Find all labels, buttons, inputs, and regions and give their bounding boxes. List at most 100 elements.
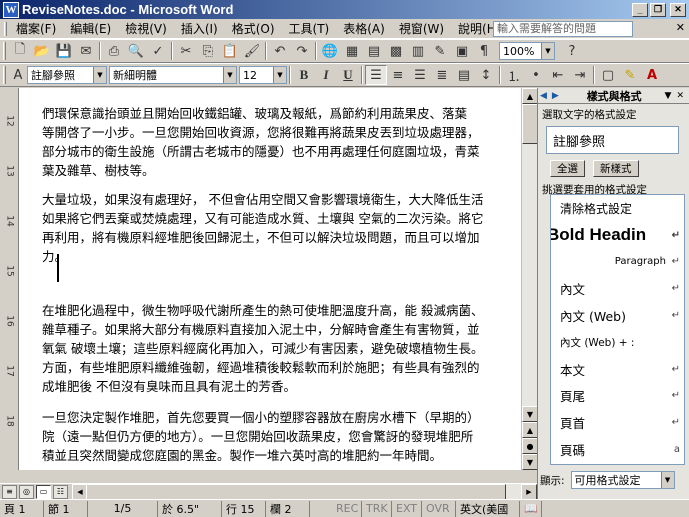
- font-size-select[interactable]: 12 ▼: [239, 66, 287, 84]
- justify-icon[interactable]: ≣: [431, 65, 453, 85]
- menu-file[interactable]: 檔案(F): [9, 20, 63, 37]
- toolbar-grip[interactable]: [3, 66, 6, 84]
- previous-page-icon[interactable]: ▲: [522, 422, 538, 438]
- forward-icon[interactable]: ▶: [552, 91, 559, 101]
- chevron-down-icon[interactable]: ▼: [665, 91, 672, 101]
- hyperlink-icon[interactable]: 🌐: [319, 41, 341, 61]
- underline-icon[interactable]: U: [337, 65, 359, 85]
- numbering-icon[interactable]: ⒈: [503, 65, 525, 85]
- next-page-icon[interactable]: ▼: [522, 454, 538, 470]
- status-section[interactable]: 節 1: [44, 500, 88, 517]
- format-painter-icon[interactable]: 🖌: [241, 41, 263, 61]
- align-center-icon[interactable]: ≡: [387, 65, 409, 85]
- align-left-icon[interactable]: ☰: [365, 65, 387, 85]
- scroll-down-icon[interactable]: ▼: [522, 406, 538, 422]
- style-item-bold-heading[interactable]: Bold Headin ↵: [551, 222, 684, 249]
- permission-icon[interactable]: ✉: [75, 41, 97, 61]
- document-map-icon[interactable]: ▣: [451, 41, 473, 61]
- style-item-normal-web[interactable]: 內文 (Web) ↵: [551, 302, 684, 329]
- style-item-page-number[interactable]: 頁碼 a: [551, 436, 684, 463]
- print-preview-icon[interactable]: 🔍: [125, 41, 147, 61]
- status-line[interactable]: 行 15: [222, 500, 266, 517]
- menu-format[interactable]: 格式(O): [225, 20, 282, 37]
- selected-format-box[interactable]: 註腳參照: [546, 126, 679, 154]
- select-all-button[interactable]: 全選: [550, 160, 585, 177]
- scroll-up-icon[interactable]: ▲: [522, 88, 538, 104]
- minimize-button[interactable]: _: [632, 2, 648, 17]
- close-icon[interactable]: ✕: [676, 91, 684, 101]
- style-item-body-text[interactable]: 本文 ↵: [551, 356, 684, 383]
- outline-view-icon[interactable]: ☷: [53, 484, 68, 499]
- font-color-icon[interactable]: A: [641, 65, 663, 85]
- status-page-count[interactable]: 1/5: [88, 500, 158, 517]
- menu-grip[interactable]: [4, 21, 7, 36]
- chevron-down-icon[interactable]: ▼: [660, 472, 674, 488]
- styles-list[interactable]: 清除格式設定 Bold Headin ↵ Paragraph ↵ 內文 ↵ 內文…: [550, 194, 685, 465]
- style-item-header[interactable]: 頁首 ↵: [551, 409, 684, 436]
- menu-edit[interactable]: 編輯(E): [63, 20, 118, 37]
- style-item-footer[interactable]: 頁尾 ↵: [551, 383, 684, 410]
- help-question-input[interactable]: 輸入需要解答的問題: [493, 21, 633, 37]
- style-item-normal[interactable]: 內文 ↵: [551, 275, 684, 302]
- undo-icon[interactable]: ↶: [269, 41, 291, 61]
- paste-icon[interactable]: 📋: [219, 41, 241, 61]
- vertical-scrollbar[interactable]: ▲ ▼ ▲ ● ▼: [521, 88, 538, 470]
- document-body[interactable]: 們環保意識抬頭並且開始回收鐵鋁罐、玻璃及報紙，爲節約利用蔬果皮、落葉 等開啓了一…: [19, 88, 521, 470]
- align-right-icon[interactable]: ☰: [409, 65, 431, 85]
- show-select[interactable]: 可用格式設定 ▼: [570, 471, 675, 489]
- status-page[interactable]: 頁 1: [0, 500, 44, 517]
- status-ext[interactable]: EXT: [392, 500, 422, 517]
- normal-view-icon[interactable]: ≡: [2, 484, 17, 499]
- highlight-icon[interactable]: ✎: [619, 65, 641, 85]
- status-ovr[interactable]: OVR: [422, 500, 456, 517]
- close-button[interactable]: ✕: [670, 2, 686, 17]
- print-icon[interactable]: ⎙: [103, 41, 125, 61]
- zoom-select[interactable]: 100% ▼: [499, 42, 555, 60]
- cut-icon[interactable]: ✂: [175, 41, 197, 61]
- status-trk[interactable]: TRK: [362, 500, 392, 517]
- open-folder-icon[interactable]: 📂: [31, 41, 53, 61]
- back-icon[interactable]: ◀: [540, 91, 547, 101]
- italic-icon[interactable]: I: [315, 65, 337, 85]
- chevron-down-icon[interactable]: ▼: [93, 67, 106, 83]
- style-item-normal-web-plus[interactable]: 內文 (Web) + :: [551, 329, 684, 356]
- spelling-icon[interactable]: ✓: [147, 41, 169, 61]
- style-select[interactable]: 註腳參照 ▼: [27, 66, 107, 84]
- browse-object-icon[interactable]: ●: [522, 438, 538, 454]
- drawing-icon[interactable]: ✎: [429, 41, 451, 61]
- line-spacing-icon[interactable]: ↕: [475, 65, 497, 85]
- show-hide-icon[interactable]: ¶: [473, 41, 495, 61]
- style-item-clear[interactable]: 清除格式設定: [551, 195, 684, 222]
- status-rec[interactable]: REC: [332, 500, 362, 517]
- status-column[interactable]: 欄 2: [266, 500, 310, 517]
- styles-pane-icon[interactable]: A: [9, 65, 27, 85]
- menu-table[interactable]: 表格(A): [336, 20, 392, 37]
- menu-view[interactable]: 檢視(V): [118, 20, 174, 37]
- decrease-indent-icon[interactable]: ⇤: [547, 65, 569, 85]
- bullets-icon[interactable]: •: [525, 65, 547, 85]
- status-language[interactable]: 英文(美國: [456, 500, 520, 517]
- new-document-icon[interactable]: 🗋: [9, 41, 31, 61]
- font-select[interactable]: 新細明體 ▼: [109, 66, 237, 84]
- table-icon[interactable]: ▦: [341, 41, 363, 61]
- horizontal-scroll-track[interactable]: ◀ ▶: [72, 483, 537, 500]
- doc-close-icon[interactable]: ✕: [676, 21, 685, 34]
- chevron-down-icon[interactable]: ▼: [223, 67, 236, 83]
- style-item-paragraph[interactable]: Paragraph ↵: [551, 249, 684, 276]
- increase-indent-icon[interactable]: ⇥: [569, 65, 591, 85]
- web-view-icon[interactable]: ◎: [19, 484, 34, 499]
- menu-tools[interactable]: 工具(T): [282, 20, 337, 37]
- bold-icon[interactable]: B: [293, 65, 315, 85]
- menu-window[interactable]: 視窗(W): [392, 20, 451, 37]
- print-layout-icon[interactable]: ▭: [36, 484, 51, 499]
- excel-icon[interactable]: ▩: [385, 41, 407, 61]
- distributed-icon[interactable]: ▤: [453, 65, 475, 85]
- word-app-icon[interactable]: W: [3, 1, 19, 18]
- scroll-thumb[interactable]: [522, 104, 538, 144]
- columns-icon[interactable]: ▥: [407, 41, 429, 61]
- new-style-button[interactable]: 新樣式: [593, 160, 639, 177]
- redo-icon[interactable]: ↷: [291, 41, 313, 61]
- toolbar-grip[interactable]: [3, 42, 6, 60]
- chevron-down-icon[interactable]: ▼: [541, 43, 554, 59]
- chevron-down-icon[interactable]: ▼: [273, 67, 286, 83]
